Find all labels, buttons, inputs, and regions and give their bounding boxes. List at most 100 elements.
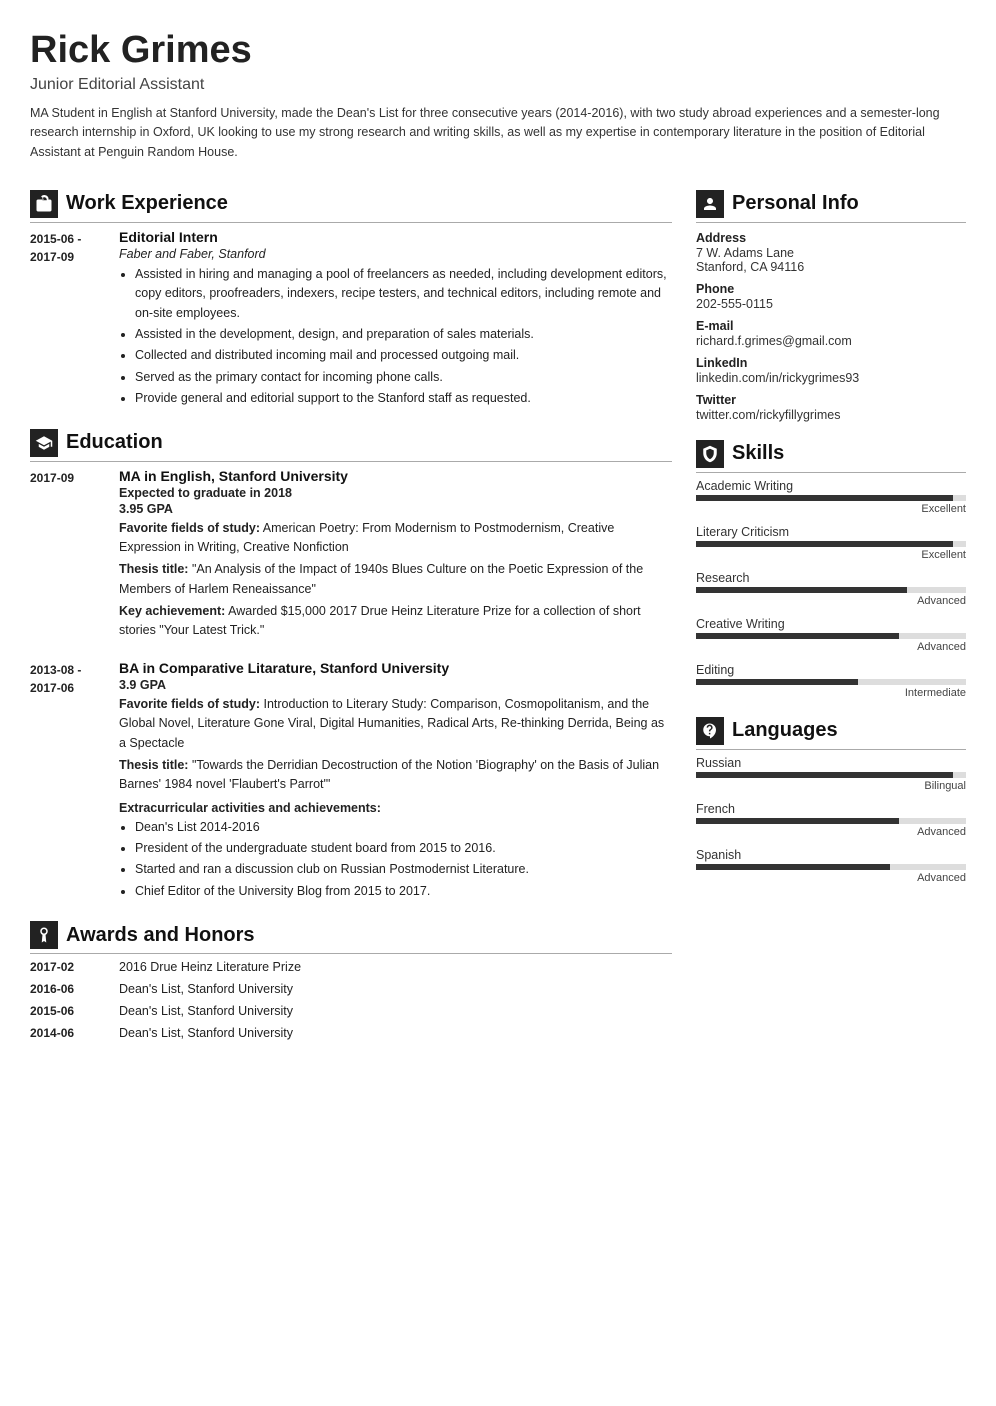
language-bar-fill-1: [696, 818, 899, 824]
award-entry-3: 2015-06 Dean's List, Stanford University: [30, 1004, 672, 1018]
skill-item-3: Creative Writing Advanced: [696, 617, 966, 653]
skill-level-0: Excellent: [696, 503, 966, 515]
main-content: Work Experience 2015-06 -2017-09 Editori…: [30, 190, 966, 1058]
edu-entry-2-body: BA in Comparative Litarature, Stanford U…: [119, 660, 672, 903]
awards-title: Awards and Honors: [66, 924, 255, 947]
personal-linkedin: LinkedIn linkedin.com/in/rickygrimes93: [696, 356, 966, 385]
awards-header: Awards and Honors: [30, 921, 672, 954]
award-date-3: 2015-06: [30, 1004, 105, 1018]
languages-header: Languages: [696, 717, 966, 750]
phone-label: Phone: [696, 282, 966, 296]
edu-entry-1-expected: Expected to graduate in 2018: [119, 486, 672, 500]
skill-name-1: Literary Criticism: [696, 525, 966, 539]
education-section: Education 2017-09 MA in English, Stanfor…: [30, 429, 672, 904]
skill-bar-fill-4: [696, 679, 858, 685]
edu-entry-1-body: MA in English, Stanford University Expec…: [119, 468, 672, 644]
bullet-1: Assisted in hiring and managing a pool o…: [135, 265, 672, 323]
work-experience-section: Work Experience 2015-06 -2017-09 Editori…: [30, 190, 672, 411]
edu-entry-1-date: 2017-09: [30, 468, 105, 644]
extracurricular-bullets: Dean's List 2014-2016 President of the u…: [119, 818, 672, 902]
phone-value: 202-555-0115: [696, 297, 966, 311]
edu-entry-1-fields: Favorite fields of study: American Poetr…: [119, 519, 672, 558]
personal-phone: Phone 202-555-0115: [696, 282, 966, 311]
language-bar-0: [696, 772, 966, 778]
award-title-3: Dean's List, Stanford University: [119, 1004, 293, 1018]
education-header: Education: [30, 429, 672, 462]
extra-bullet-1: Dean's List 2014-2016: [135, 818, 672, 837]
email-label: E-mail: [696, 319, 966, 333]
fields-label: Favorite fields of study:: [119, 521, 260, 535]
skill-bar-fill-3: [696, 633, 899, 639]
work-entry-1-title: Editorial Intern: [119, 229, 672, 245]
left-column: Work Experience 2015-06 -2017-09 Editori…: [30, 190, 672, 1058]
thesis-value: "An Analysis of the Impact of 1940s Blue…: [119, 562, 643, 595]
edu-entry-1-thesis: Thesis title: "An Analysis of the Impact…: [119, 560, 672, 599]
language-item-0: Russian Bilingual: [696, 756, 966, 792]
award-title-1: 2016 Drue Heinz Literature Prize: [119, 960, 301, 974]
skill-item-2: Research Advanced: [696, 571, 966, 607]
personal-email: E-mail richard.f.grimes@gmail.com: [696, 319, 966, 348]
skill-bar-fill-1: [696, 541, 953, 547]
edu-entry-2-date: 2013-08 -2017-06: [30, 660, 105, 903]
extra-bullet-4: Chief Editor of the University Blog from…: [135, 882, 672, 901]
personal-address: Address 7 W. Adams LaneStanford, CA 9411…: [696, 231, 966, 274]
bullet-4: Served as the primary contact for incomi…: [135, 368, 672, 387]
skills-list: Academic Writing Excellent Literary Crit…: [696, 479, 966, 699]
work-experience-title: Work Experience: [66, 192, 228, 215]
work-experience-icon: [30, 190, 58, 218]
skill-level-1: Excellent: [696, 549, 966, 561]
skills-header: Skills: [696, 440, 966, 473]
thesis-label: Thesis title:: [119, 562, 188, 576]
languages-title: Languages: [732, 719, 838, 742]
skills-icon: [696, 440, 724, 468]
edu-entry-1-gpa: 3.95 GPA: [119, 502, 672, 516]
skill-item-0: Academic Writing Excellent: [696, 479, 966, 515]
edu2-thesis-label: Thesis title:: [119, 758, 188, 772]
languages-section: Languages Russian Bilingual French Advan…: [696, 717, 966, 884]
extra-bullet-2: President of the undergraduate student b…: [135, 839, 672, 858]
linkedin-label: LinkedIn: [696, 356, 966, 370]
skill-item-4: Editing Intermediate: [696, 663, 966, 699]
edu2-fields-label: Favorite fields of study:: [119, 697, 260, 711]
edu-entry-2-title: BA in Comparative Litarature, Stanford U…: [119, 660, 672, 676]
work-experience-header: Work Experience: [30, 190, 672, 223]
skill-level-2: Advanced: [696, 595, 966, 607]
work-entry-1-bullets: Assisted in hiring and managing a pool o…: [119, 265, 672, 409]
work-entry-1: 2015-06 -2017-09 Editorial Intern Faber …: [30, 229, 672, 411]
skill-bar-fill-0: [696, 495, 953, 501]
language-level-0: Bilingual: [696, 780, 966, 792]
extra-bullet-3: Started and ran a discussion club on Rus…: [135, 860, 672, 879]
language-level-2: Advanced: [696, 872, 966, 884]
bullet-2: Assisted in the development, design, and…: [135, 325, 672, 344]
address-value: 7 W. Adams LaneStanford, CA 94116: [696, 246, 966, 274]
personal-info-section: Personal Info Address 7 W. Adams LaneSta…: [696, 190, 966, 422]
edu-entry-2-fields: Favorite fields of study: Introduction t…: [119, 695, 672, 753]
personal-info-fields: Address 7 W. Adams LaneStanford, CA 9411…: [696, 231, 966, 422]
email-value: richard.f.grimes@gmail.com: [696, 334, 966, 348]
skill-name-4: Editing: [696, 663, 966, 677]
award-entry-2: 2016-06 Dean's List, Stanford University: [30, 982, 672, 996]
address-label: Address: [696, 231, 966, 245]
resume-header: Rick Grimes Junior Editorial Assistant M…: [30, 30, 966, 162]
work-entry-1-subtitle: Faber and Faber, Stanford: [119, 247, 672, 261]
skill-bar-4: [696, 679, 966, 685]
edu-entry-1: 2017-09 MA in English, Stanford Universi…: [30, 468, 672, 644]
extracurricular-title: Extracurricular activities and achieveme…: [119, 801, 672, 815]
language-bar-fill-2: [696, 864, 890, 870]
education-icon: [30, 429, 58, 457]
skill-bar-0: [696, 495, 966, 501]
skill-name-2: Research: [696, 571, 966, 585]
language-bar-fill-0: [696, 772, 953, 778]
personal-info-header: Personal Info: [696, 190, 966, 223]
skill-item-1: Literary Criticism Excellent: [696, 525, 966, 561]
summary: MA Student in English at Stanford Univer…: [30, 104, 966, 162]
personal-info-title: Personal Info: [732, 192, 859, 215]
language-level-1: Advanced: [696, 826, 966, 838]
language-bar-2: [696, 864, 966, 870]
twitter-label: Twitter: [696, 393, 966, 407]
key-label: Key achievement:: [119, 604, 225, 618]
skill-level-4: Intermediate: [696, 687, 966, 699]
personal-twitter: Twitter twitter.com/rickyfillygrimes: [696, 393, 966, 422]
skill-bar-fill-2: [696, 587, 907, 593]
job-title: Junior Editorial Assistant: [30, 76, 966, 94]
